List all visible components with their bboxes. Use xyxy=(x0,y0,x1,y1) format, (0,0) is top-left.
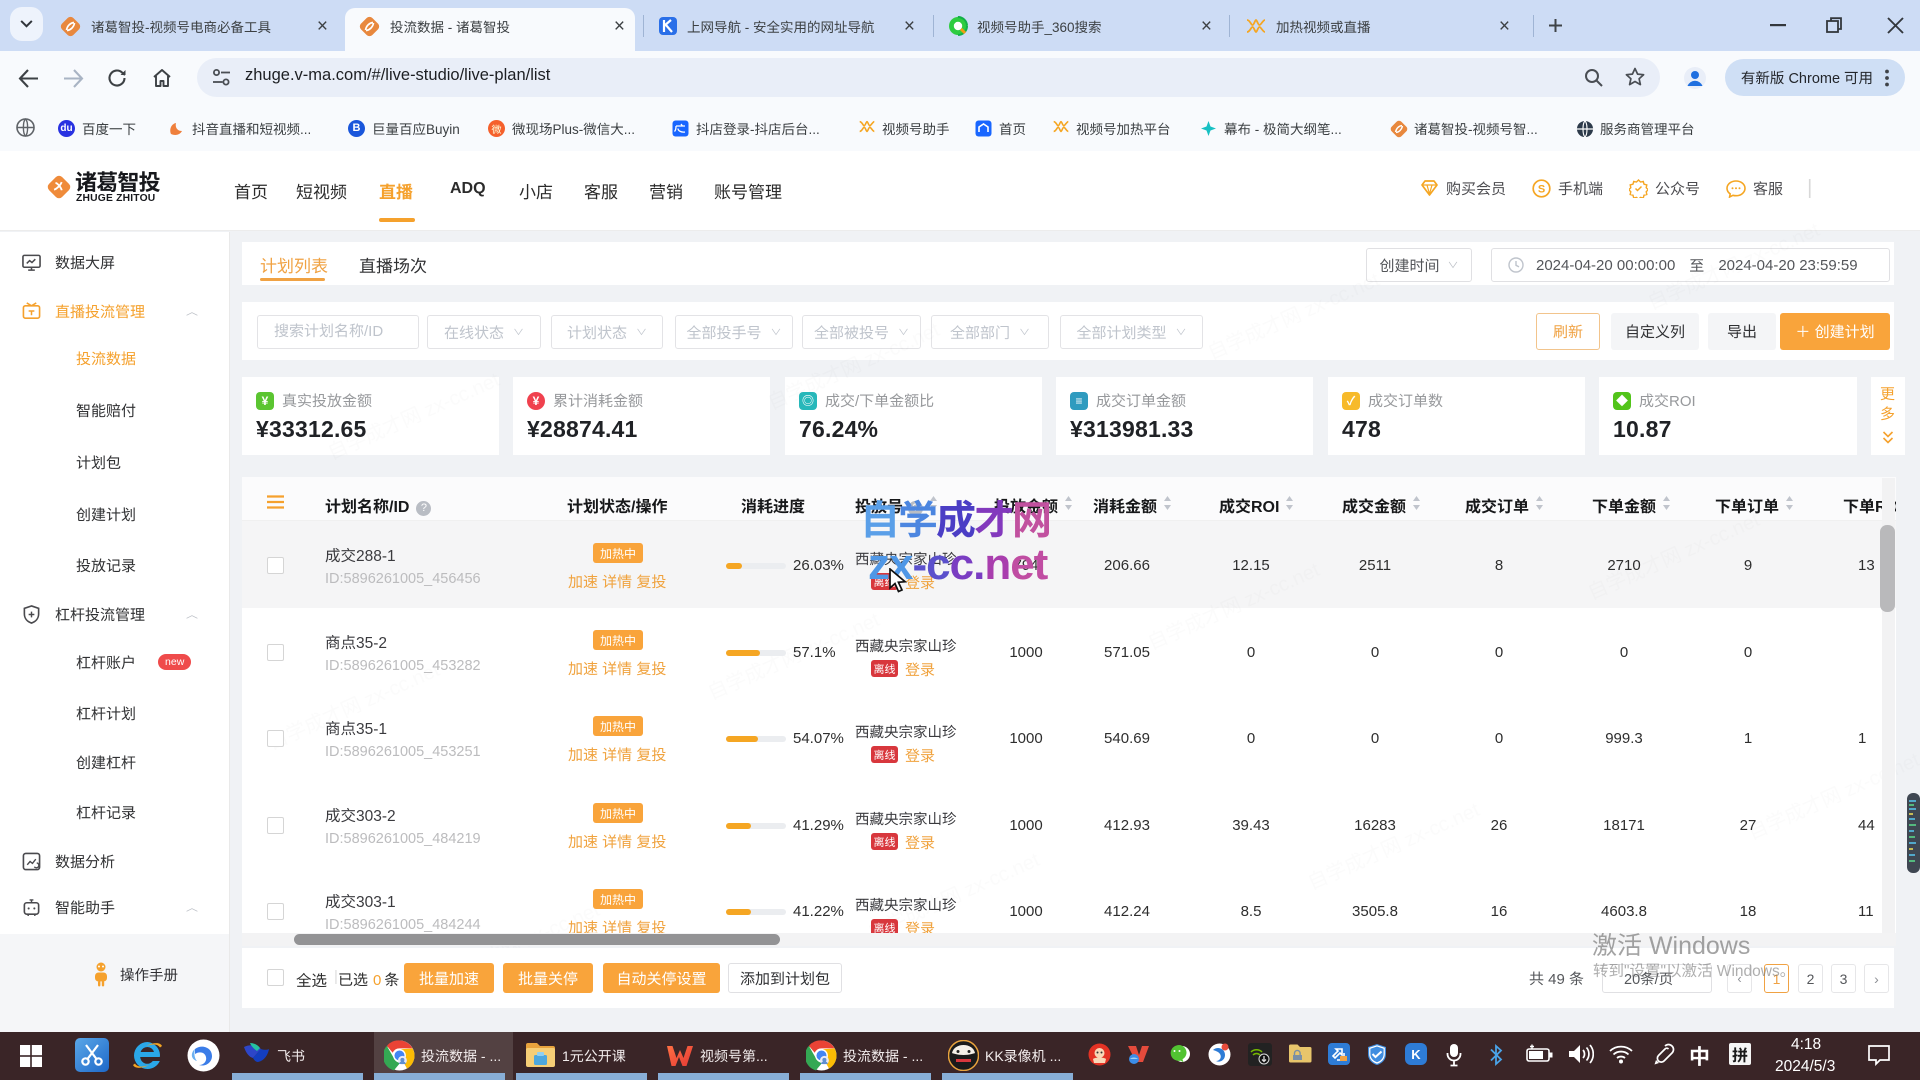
svg-text:S: S xyxy=(1538,184,1545,196)
